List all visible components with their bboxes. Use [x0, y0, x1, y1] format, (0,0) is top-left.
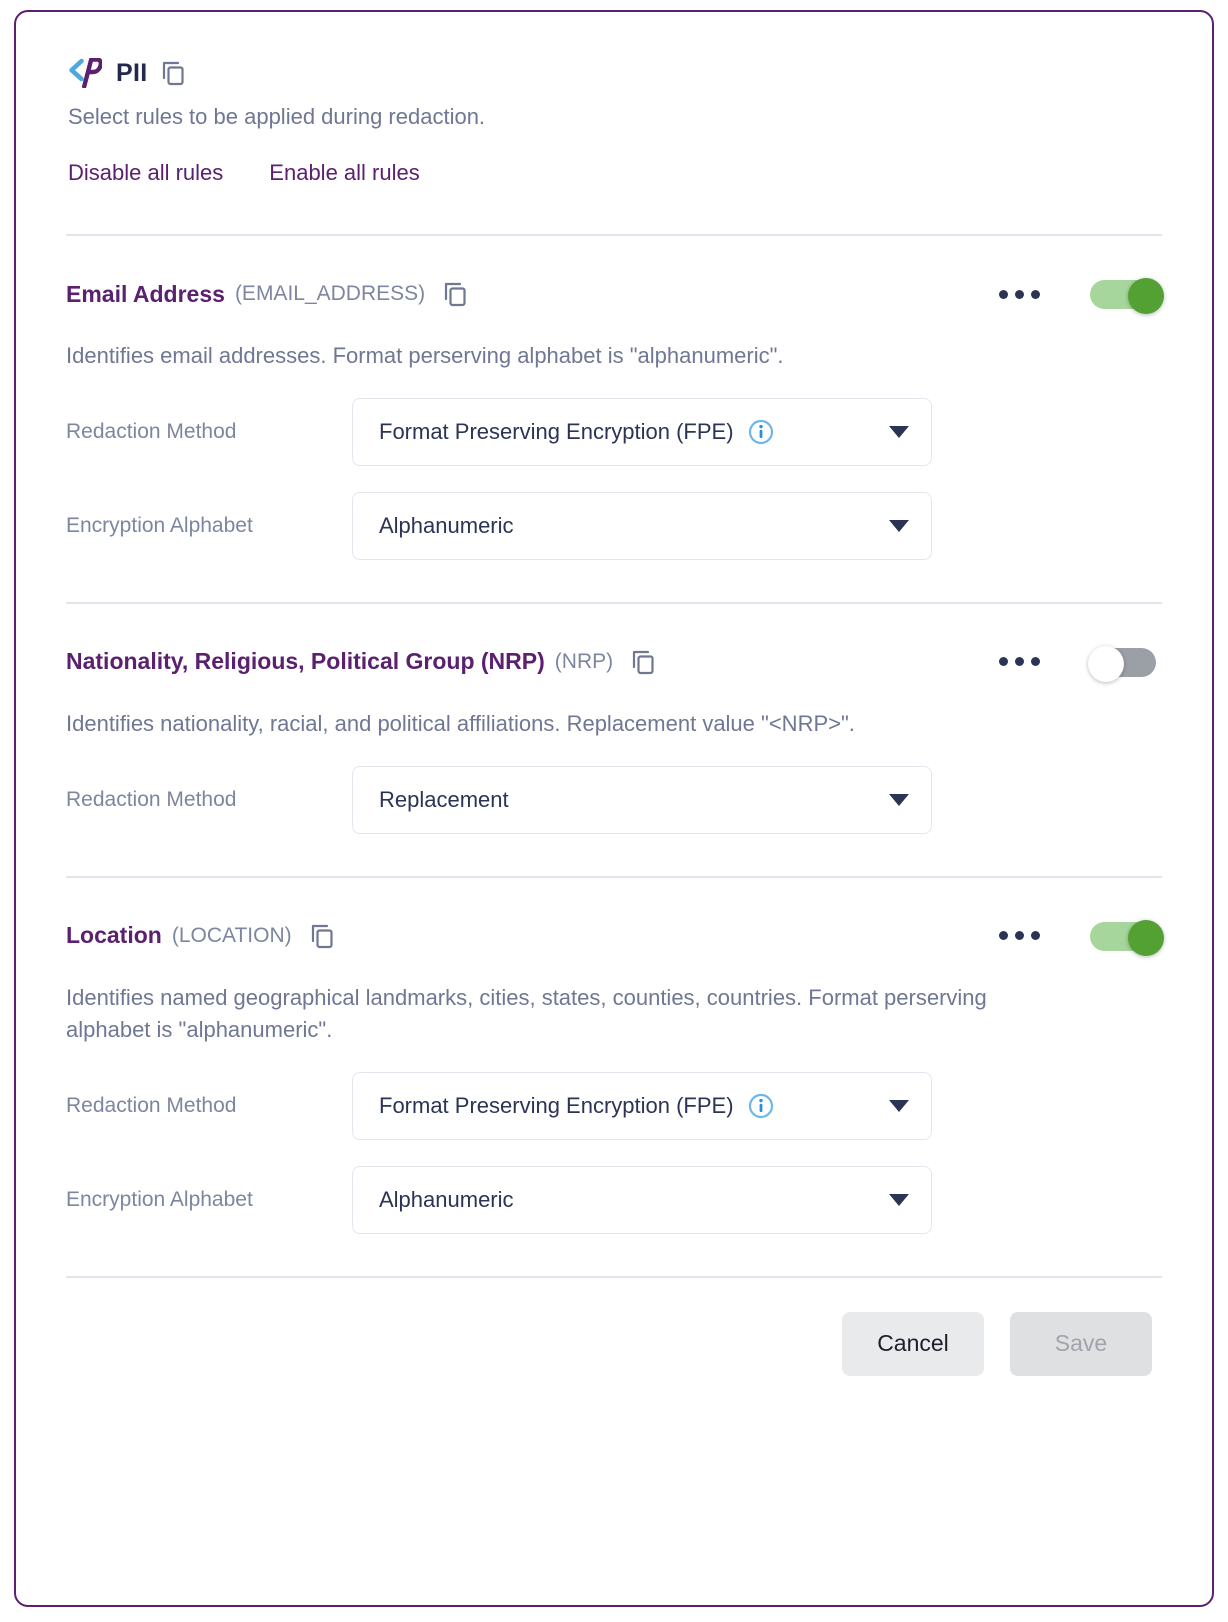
chevron-down-icon	[889, 425, 909, 438]
rule-enable-toggle[interactable]	[1090, 278, 1164, 314]
cancel-button[interactable]: Cancel	[842, 1311, 984, 1376]
copy-icon[interactable]	[161, 60, 185, 86]
copy-icon[interactable]	[443, 281, 467, 307]
select-value: Alphanumeric	[379, 1186, 514, 1212]
field-row: Redaction Method Format Preserving Encry…	[66, 397, 1162, 466]
redaction-method-select[interactable]: Replacement	[352, 765, 932, 834]
copy-icon[interactable]	[631, 649, 655, 675]
rule-description: Identifies email addresses. Format perse…	[66, 343, 784, 368]
select-value: Replacement	[379, 786, 509, 812]
more-options-icon[interactable]	[997, 284, 1042, 305]
field-label: Redaction Method	[66, 1093, 237, 1117]
disable-all-rules-link[interactable]: Disable all rules	[68, 160, 223, 186]
toggle-knob	[1128, 278, 1164, 314]
rule-actions	[997, 645, 1162, 682]
chevron-down-icon	[889, 793, 909, 806]
field-label: Redaction Method	[66, 419, 237, 443]
panel-content: PII Select rules to be applied during re…	[16, 12, 1212, 1376]
rule-name: Email Address	[66, 280, 225, 307]
rule-code: (EMAIL_ADDRESS)	[234, 282, 426, 305]
encryption-alphabet-select[interactable]: Alphanumeric	[352, 1165, 932, 1234]
chevron-down-icon	[889, 1099, 909, 1112]
rule-header: Location (LOCATION)	[66, 878, 1164, 956]
rule-description: Identifies named geographical landmarks,…	[66, 984, 987, 1042]
panel-header: PII	[52, 12, 1176, 88]
copy-icon[interactable]	[310, 923, 334, 949]
field-row: Encryption Alphabet Alphanumeric	[66, 1165, 1162, 1234]
rule-header: Nationality, Religious, Political Group …	[66, 604, 1162, 682]
rule-actions	[997, 919, 1164, 956]
more-options-icon[interactable]	[997, 651, 1042, 672]
code-pii-icon	[68, 58, 102, 88]
rule-actions	[997, 278, 1164, 314]
rule-name: Location	[66, 922, 162, 949]
save-button[interactable]: Save	[1010, 1311, 1152, 1376]
redaction-method-select[interactable]: Format Preserving Encryption (FPE)	[352, 397, 932, 466]
info-circle-icon[interactable]	[748, 1093, 774, 1119]
toggle-knob	[1088, 645, 1124, 682]
panel-subtitle: Select rules to be applied during redact…	[68, 104, 486, 129]
rule-name: Nationality, Religious, Political Group …	[66, 648, 545, 675]
rule-code: (LOCATION)	[171, 923, 292, 947]
rule-code: (NRP)	[554, 649, 614, 673]
field-row: Redaction Method Format Preserving Encry…	[66, 1071, 1162, 1140]
more-options-icon[interactable]	[997, 925, 1042, 946]
encryption-alphabet-select[interactable]: Alphanumeric	[352, 491, 932, 560]
rule-item: Location (LOCATION) Identifies named geo…	[52, 878, 1176, 1234]
rule-item: Email Address (EMAIL_ADDRESS) Identifies…	[52, 236, 1176, 560]
field-row: Encryption Alphabet Alphanumeric	[66, 491, 1162, 560]
redaction-method-select[interactable]: Format Preserving Encryption (FPE)	[352, 1071, 932, 1140]
field-label: Encryption Alphabet	[66, 1187, 253, 1211]
rule-enable-toggle[interactable]	[1090, 919, 1164, 956]
bulk-actions: Disable all rules Enable all rules	[52, 160, 1176, 186]
panel-footer: Cancel Save	[52, 1278, 1176, 1376]
select-value: Format Preserving Encryption (FPE)	[379, 418, 734, 444]
rule-description: Identifies nationality, racial, and poli…	[66, 710, 855, 736]
toggle-knob	[1128, 919, 1164, 956]
field-label: Redaction Method	[66, 787, 237, 811]
pii-rules-panel: PII Select rules to be applied during re…	[14, 10, 1214, 1607]
chevron-down-icon	[889, 1193, 909, 1206]
chevron-down-icon	[889, 519, 909, 532]
field-row: Redaction Method Replacement	[66, 765, 1162, 834]
field-label: Encryption Alphabet	[66, 513, 253, 537]
rule-header: Email Address (EMAIL_ADDRESS)	[66, 236, 1164, 314]
select-value: Format Preserving Encryption (FPE)	[379, 1092, 734, 1118]
page-title: PII	[116, 58, 148, 87]
rule-enable-toggle[interactable]	[1088, 645, 1162, 682]
enable-all-rules-link[interactable]: Enable all rules	[269, 160, 419, 186]
info-circle-icon[interactable]	[748, 419, 774, 445]
select-value: Alphanumeric	[379, 512, 514, 538]
rule-item: Nationality, Religious, Political Group …	[52, 604, 1176, 834]
